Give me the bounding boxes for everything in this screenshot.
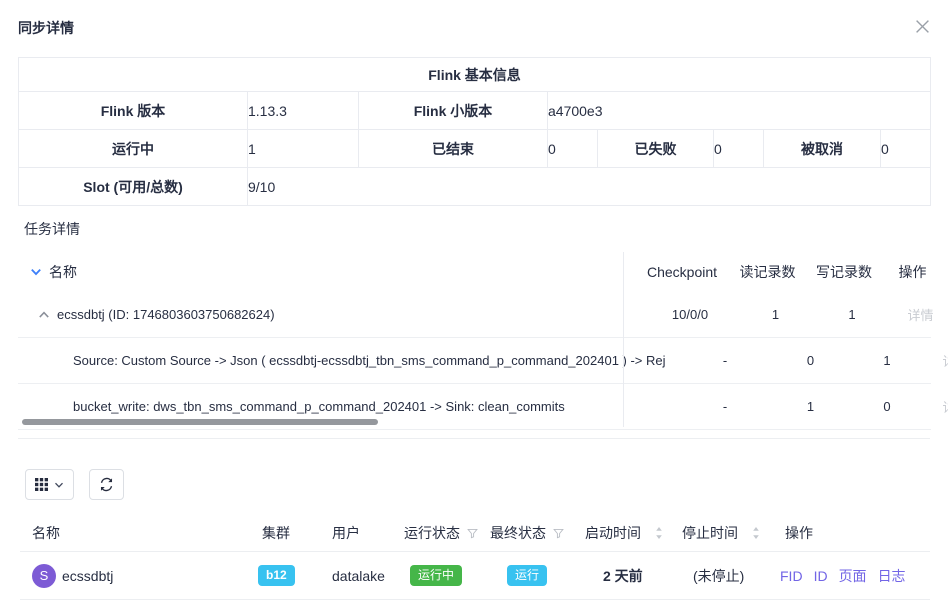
run-status-badge: 运行中 bbox=[410, 565, 462, 586]
task-write-count: 1 bbox=[814, 307, 890, 322]
column-header-read-records: 读记录数 bbox=[729, 262, 806, 282]
table-bottom-divider bbox=[18, 438, 930, 439]
column-header-stop-time: 停止时间 bbox=[682, 523, 738, 543]
flink-minor-version-label: Flink 小版本 bbox=[359, 92, 548, 130]
column-header-action: 操作 bbox=[772, 523, 930, 543]
info-row-status: 运行中 1 已结束 0 已失败 0 被取消 0 bbox=[19, 130, 931, 168]
sorter-icon[interactable] bbox=[655, 526, 663, 540]
task-row: ecssdbtj (ID: 1746803603750682624) 10/0/… bbox=[18, 292, 931, 338]
task-row: Source: Custom Source -> Json ( ecssdbtj… bbox=[18, 338, 931, 384]
job-name: ecssdbtj bbox=[62, 568, 113, 584]
job-row: S ecssdbtj b12 datalake 运行中 运行 2 天前 (未停止… bbox=[20, 552, 930, 600]
row-collapse-icon[interactable] bbox=[38, 309, 50, 321]
failed-label: 已失败 bbox=[598, 130, 714, 168]
task-read-count: 1 bbox=[737, 307, 814, 322]
job-start-time: 2 天前 bbox=[576, 566, 672, 586]
flink-info-table: Flink 基本信息 Flink 版本 1.13.3 Flink 小版本 a47… bbox=[18, 57, 931, 206]
avatar: S bbox=[32, 564, 56, 588]
tree-expand-all-icon[interactable] bbox=[30, 266, 42, 278]
task-write-count: 0 bbox=[849, 399, 925, 414]
fixed-column-divider bbox=[623, 252, 624, 427]
column-header-write-records: 写记录数 bbox=[806, 262, 882, 282]
task-table-header: 名称 Checkpoint 读记录数 写记录数 操作 bbox=[18, 252, 931, 292]
failed-value: 0 bbox=[714, 130, 764, 168]
column-settings-button[interactable] bbox=[25, 469, 74, 500]
refresh-icon bbox=[99, 477, 114, 492]
sorter-icon[interactable] bbox=[752, 526, 760, 540]
column-header-user: 用户 bbox=[322, 523, 394, 543]
column-header-name: 名称 bbox=[49, 262, 77, 282]
job-table-header: 名称 集群 用户 运行状态 最终状态 启动时间 bbox=[20, 515, 930, 552]
column-header-action: 操作 bbox=[882, 262, 943, 282]
task-name: ecssdbtj (ID: 1746803603750682624) bbox=[57, 307, 275, 322]
running-label: 运行中 bbox=[19, 130, 248, 168]
task-checkpoint: 10/0/0 bbox=[643, 307, 737, 322]
task-detail-link[interactable]: 详情 bbox=[907, 308, 933, 323]
info-row-slot: Slot (可用/总数) 9/10 bbox=[19, 168, 931, 206]
horizontal-scrollbar[interactable] bbox=[22, 419, 378, 425]
flink-version-label: Flink 版本 bbox=[19, 92, 248, 130]
toolbar bbox=[25, 469, 124, 500]
slot-label: Slot (可用/总数) bbox=[19, 168, 248, 206]
chevron-down-icon bbox=[54, 480, 64, 490]
task-detail-link[interactable]: 详情 bbox=[942, 354, 948, 369]
column-header-final-status: 最终状态 bbox=[490, 523, 546, 543]
final-status-badge: 运行 bbox=[507, 565, 547, 586]
task-write-count: 1 bbox=[849, 353, 925, 368]
column-header-name: 名称 bbox=[20, 523, 250, 543]
task-read-count: 1 bbox=[772, 399, 849, 414]
task-detail-link[interactable]: 详情 bbox=[942, 400, 948, 415]
column-header-start-time: 启动时间 bbox=[585, 523, 641, 543]
running-value: 1 bbox=[248, 130, 359, 168]
flink-minor-version-value: a4700e3 bbox=[548, 92, 931, 130]
filter-icon[interactable] bbox=[467, 528, 478, 539]
task-read-count: 0 bbox=[772, 353, 849, 368]
log-link[interactable]: 日志 bbox=[878, 566, 906, 586]
finished-label: 已结束 bbox=[359, 130, 548, 168]
column-header-cluster: 集群 bbox=[250, 523, 322, 543]
task-section-title: 任务详情 bbox=[24, 219, 80, 239]
task-table: 名称 Checkpoint 读记录数 写记录数 操作 ecssdbtj (ID:… bbox=[18, 252, 931, 430]
close-icon bbox=[915, 19, 930, 34]
refresh-button[interactable] bbox=[89, 469, 124, 500]
column-header-run-status: 运行状态 bbox=[404, 523, 460, 543]
task-name: bucket_write: dws_tbn_sms_command_p_comm… bbox=[73, 399, 565, 414]
column-header-checkpoint: Checkpoint bbox=[635, 264, 729, 280]
slot-value: 9/10 bbox=[248, 168, 931, 206]
finished-value: 0 bbox=[548, 130, 598, 168]
cluster-tag: b12 bbox=[258, 565, 295, 586]
cancelled-value: 0 bbox=[881, 130, 931, 168]
grid-icon bbox=[35, 478, 48, 491]
info-row-version: Flink 版本 1.13.3 Flink 小版本 a4700e3 bbox=[19, 92, 931, 130]
flink-version-value: 1.13.3 bbox=[248, 92, 359, 130]
job-table: 名称 集群 用户 运行状态 最终状态 启动时间 bbox=[20, 515, 930, 600]
job-user: datalake bbox=[322, 568, 394, 584]
flink-info-title: Flink 基本信息 bbox=[19, 58, 931, 92]
job-stop-time: (未停止) bbox=[672, 566, 772, 586]
page-link[interactable]: 页面 bbox=[839, 566, 867, 586]
page-title: 同步详情 bbox=[18, 18, 74, 38]
task-name: Source: Custom Source -> Json ( ecssdbtj… bbox=[73, 353, 666, 368]
id-link[interactable]: ID bbox=[814, 568, 828, 584]
fid-link[interactable]: FID bbox=[780, 568, 803, 584]
cancelled-label: 被取消 bbox=[764, 130, 881, 168]
task-checkpoint: - bbox=[678, 353, 772, 368]
task-checkpoint: - bbox=[678, 399, 772, 414]
close-button[interactable] bbox=[912, 16, 932, 36]
filter-icon[interactable] bbox=[553, 528, 564, 539]
